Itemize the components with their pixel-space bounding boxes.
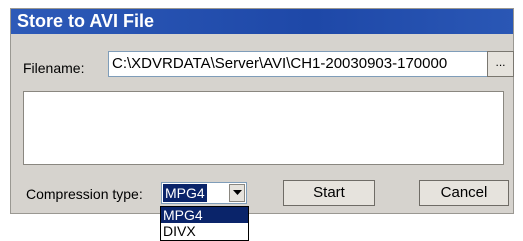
dropdown-option-divx[interactable]: DIVX xyxy=(161,223,248,239)
message-box xyxy=(23,91,504,165)
compression-selected-value: MPG4 xyxy=(163,184,207,202)
chevron-down-icon xyxy=(233,190,242,195)
cancel-button[interactable]: Cancel xyxy=(419,180,509,206)
store-to-avi-dialog: Store to AVI File Filename: C:\XDVRDATA\… xyxy=(10,8,514,214)
start-button[interactable]: Start xyxy=(283,180,375,206)
compression-type-select[interactable]: MPG4 xyxy=(161,182,247,204)
filename-input[interactable]: C:\XDVRDATA\Server\AVI\CH1-20030903-1700… xyxy=(108,51,491,77)
dropdown-option-mpg4[interactable]: MPG4 xyxy=(161,207,248,223)
compression-dropdown-list: MPG4 DIVX xyxy=(160,206,249,241)
filename-label: Filename: xyxy=(23,60,85,76)
dialog-title: Store to AVI File xyxy=(11,9,513,34)
compression-type-label: Compression type: xyxy=(26,186,143,202)
browse-button[interactable]: ... xyxy=(487,51,514,77)
dropdown-arrow-button[interactable] xyxy=(229,184,245,202)
